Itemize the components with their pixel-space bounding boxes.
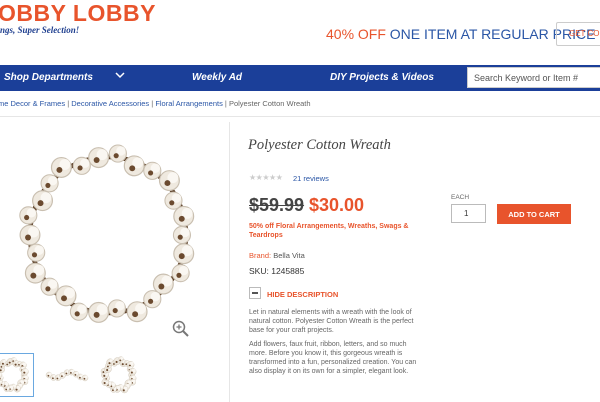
thumbnail-1[interactable] xyxy=(0,353,34,397)
brand-label: Brand: xyxy=(249,251,271,260)
divider xyxy=(229,122,230,402)
search-input[interactable]: Search Keyword or Item # xyxy=(467,67,600,88)
sku-value: 1245885 xyxy=(271,266,304,276)
description-paragraph: Let in natural elements with a wreath wi… xyxy=(249,308,421,335)
sku-info: SKU: 1245885 xyxy=(249,266,304,276)
rating-stars[interactable]: ★★★★★ xyxy=(249,173,282,182)
logo-tagline: ngs, Super Selection! xyxy=(0,25,79,35)
site-logo[interactable]: OBBY LOBBY xyxy=(0,0,156,27)
add-to-cart-button[interactable]: ADD TO CART xyxy=(497,204,571,224)
description-paragraph: Add flowers, faux fruit, ribbon, letters… xyxy=(249,340,421,376)
breadcrumb-current: Polyester Cotton Wreath xyxy=(229,99,311,108)
quantity-input[interactable]: 1 xyxy=(451,204,486,223)
nav-shop-departments[interactable]: Shop Departments xyxy=(4,72,93,83)
breadcrumb-link[interactable]: Floral Arrangements xyxy=(155,99,223,108)
breadcrumb-link[interactable]: Decorative Accessories xyxy=(71,99,149,108)
each-label: EACH xyxy=(451,194,469,201)
chevron-down-icon[interactable] xyxy=(115,71,125,81)
brand-value: Bella Vita xyxy=(273,251,305,260)
hide-description-toggle[interactable]: HIDE DESCRIPTION xyxy=(267,290,338,299)
nav-weekly-ad[interactable]: Weekly Ad xyxy=(192,72,242,83)
reviews-link[interactable]: 21 reviews xyxy=(293,174,329,183)
sale-note: 50% off Floral Arrangements, Wreaths, Sw… xyxy=(249,222,429,240)
thumbnail-2[interactable] xyxy=(45,353,89,397)
brand-info: Brand: Bella Vita xyxy=(249,251,305,260)
original-price: $59.99 xyxy=(249,195,304,216)
product-image[interactable] xyxy=(0,130,220,340)
site-header: OBBY LOBBY ngs, Super Selection! 40% OFF… xyxy=(0,0,600,65)
collapse-icon[interactable] xyxy=(249,287,261,299)
get-coupon-button[interactable]: GET COU xyxy=(556,22,600,46)
breadcrumb: me Decor & Frames | Decorative Accessori… xyxy=(0,99,311,108)
nav-diy-projects[interactable]: DIY Projects & Videos xyxy=(330,72,434,83)
product-title: Polyester Cotton Wreath xyxy=(248,137,391,154)
thumbnail-3[interactable] xyxy=(97,353,141,397)
sku-label: SKU: xyxy=(249,266,269,276)
sale-price: $30.00 xyxy=(309,195,364,216)
breadcrumb-link[interactable]: me Decor & Frames xyxy=(0,99,65,108)
divider xyxy=(0,116,600,117)
zoom-icon[interactable] xyxy=(172,320,190,338)
promo-percent: 40% OFF xyxy=(326,26,386,42)
